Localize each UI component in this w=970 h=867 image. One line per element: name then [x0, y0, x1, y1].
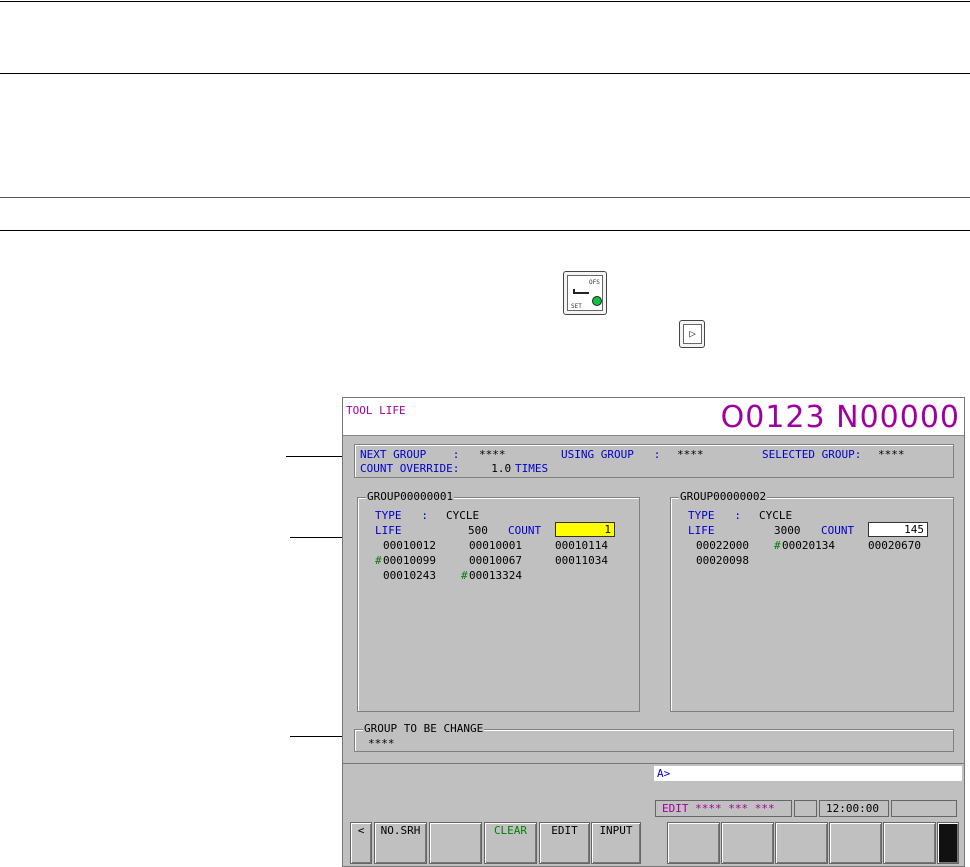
group-1-type-value: CYCLE: [446, 509, 480, 522]
tool-number: 00010243: [375, 569, 436, 582]
count-override-value: 1.0: [478, 462, 512, 475]
selected-group-value: ****: [878, 448, 905, 461]
softkey-prev-button[interactable]: <: [350, 822, 372, 864]
status-mode-box: EDIT **** *** ***: [655, 800, 792, 817]
softkey-blank-button-7[interactable]: [721, 822, 774, 864]
softkey-clear-button[interactable]: CLEAR: [484, 822, 537, 864]
green-dot-icon: [592, 296, 602, 306]
tool-number: #00010099: [375, 554, 436, 567]
group-2-count-label: COUNT: [821, 524, 855, 537]
count-override-unit: TIMES: [515, 462, 549, 475]
ruler-glyph-icon: [573, 289, 589, 294]
status-fields: **** *** ***: [695, 802, 775, 815]
tool-number-value: 00010012: [383, 539, 436, 552]
tool-number-value: 00020670: [868, 539, 921, 552]
tool-number: 00010012: [375, 539, 436, 552]
tool-number-value: 00010001: [469, 539, 522, 552]
group-1-count-value[interactable]: 1: [555, 522, 615, 537]
tool-number-value: 00010099: [383, 554, 436, 567]
rule-4: [0, 230, 970, 231]
status-clock: 12:00:00: [826, 802, 879, 815]
status-clock-box: 12:00:00: [819, 800, 889, 817]
program-number: O0123 N00000: [720, 400, 960, 435]
tool-number: 00011034: [547, 554, 608, 567]
selected-group-label: SELECTED GROUP:: [762, 448, 862, 461]
tool-number-value: 00010114: [555, 539, 608, 552]
tool-skip-mark: #: [774, 539, 781, 552]
tool-number-value: 00011034: [555, 554, 608, 567]
key-input-line[interactable]: A>: [654, 766, 962, 781]
using-group-value: ****: [677, 448, 704, 461]
tool-number: 00010067: [461, 554, 522, 567]
cnc-screen: TOOL LIFE O0123 N00000 NEXT GROUP : ****…: [342, 397, 965, 867]
tool-number: 00010114: [547, 539, 608, 552]
set-key-label: SET: [571, 303, 582, 310]
group-1-life-value: 500: [468, 524, 488, 537]
tool-skip-mark: #: [461, 569, 468, 582]
offset-setting-key-icon[interactable]: OFS SET: [563, 271, 607, 315]
input-area-divider: [343, 763, 964, 764]
tool-number-value: 00020134: [782, 539, 835, 552]
tool-number: #00013324: [461, 569, 522, 582]
tool-number: 00020670: [860, 539, 921, 552]
group-2-count-value[interactable]: 145: [868, 522, 928, 537]
status-blank-box-2: [891, 800, 957, 817]
group-2-type-label: TYPE :: [688, 509, 741, 522]
tool-number-value: 00010243: [383, 569, 436, 582]
count-override-label: COUNT OVERRIDE:: [360, 462, 460, 475]
tool-skip-mark: #: [375, 554, 382, 567]
group-2-type-value: CYCLE: [759, 509, 793, 522]
ofs-key-label: OFS: [589, 279, 600, 286]
softkey-blank-button-10[interactable]: [883, 822, 936, 864]
change-panel-title: GROUP TO BE CHANGE: [363, 722, 485, 735]
softkey-input-button[interactable]: INPUT: [591, 822, 641, 864]
group-title-2: GROUP00000002: [679, 490, 768, 503]
tool-number-value: 00013324: [469, 569, 522, 582]
tool-number-value: 00020098: [696, 554, 749, 567]
softkey-blank-button-6[interactable]: [667, 822, 720, 864]
softkey-blank-button[interactable]: [429, 822, 482, 864]
next-group-value: ****: [479, 448, 506, 461]
rule-2: [0, 73, 970, 74]
tool-number: 00010001: [461, 539, 522, 552]
next-group-label: NEXT GROUP :: [360, 448, 460, 461]
softkey-next-button[interactable]: [937, 822, 959, 864]
rule-3: [0, 197, 970, 198]
softkey-no-srh-button[interactable]: NO.SRH: [374, 822, 427, 864]
tool-number: 00020098: [688, 554, 749, 567]
header-panel: NEXT GROUP : **** USING GROUP : **** SEL…: [354, 444, 954, 478]
softkey-edit-button[interactable]: EDIT: [539, 822, 590, 864]
softkey-blank-button-8[interactable]: [775, 822, 828, 864]
tool-number-value: 00022000: [696, 539, 749, 552]
screen-title: TOOL LIFE: [346, 404, 406, 417]
group-1-life-label: LIFE: [375, 524, 402, 537]
tool-number: 00022000: [688, 539, 749, 552]
offset-setting-key-face: OFS SET: [567, 275, 603, 311]
using-group-label: USING GROUP :: [561, 448, 661, 461]
group-1-type-label: TYPE :: [375, 509, 428, 522]
rule-top: [0, 1, 970, 2]
group-title-1: GROUP00000001: [366, 490, 455, 503]
change-panel-value: ****: [368, 737, 395, 750]
status-blank-box: [794, 800, 817, 817]
tool-number: #00020134: [774, 539, 835, 552]
next-softkey-label: ▷: [683, 324, 702, 344]
title-bar: TOOL LIFE O0123 N00000: [343, 398, 964, 436]
softkey-blank-button-9[interactable]: [829, 822, 882, 864]
group-panel-1: GROUP00000001 TYPE : CYCLE LIFE 500 COUN…: [357, 490, 640, 712]
group-2-life-value: 3000: [774, 524, 801, 537]
group-panel-2: GROUP00000002 TYPE : CYCLE LIFE 3000 COU…: [670, 490, 954, 712]
group-1-count-label: COUNT: [508, 524, 542, 537]
next-softkey-icon[interactable]: ▷: [679, 320, 705, 348]
change-panel: GROUP TO BE CHANGE ****: [354, 722, 954, 752]
status-mode: EDIT: [662, 802, 689, 815]
softkey-bar: < NO.SRH CLEAR EDIT INPUT: [343, 818, 964, 866]
group-2-life-label: LIFE: [688, 524, 715, 537]
tool-number-value: 00010067: [469, 554, 522, 567]
